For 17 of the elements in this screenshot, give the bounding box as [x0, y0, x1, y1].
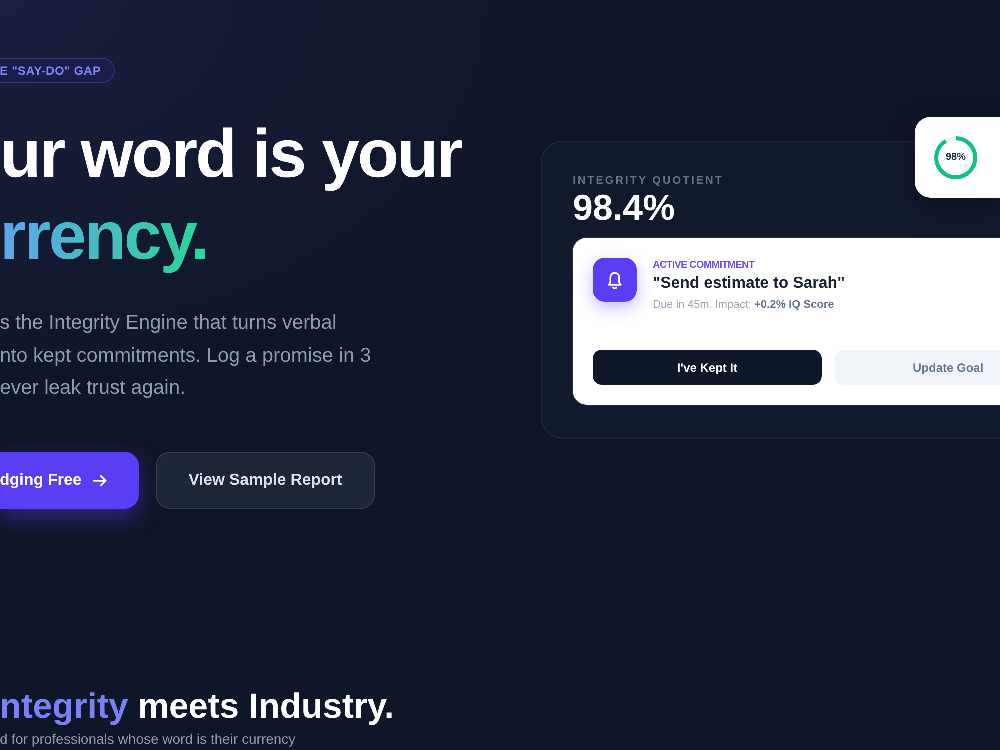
- hero-headline: ur word is your rrency.: [0, 113, 462, 277]
- section-heading: ntegrity meets Industry.: [0, 686, 394, 728]
- iq-value: 98.4%: [573, 188, 676, 228]
- section-subtitle: d for professionals whose word is their currency: [0, 730, 296, 748]
- report-button[interactable]: View Sample Report: [156, 452, 376, 509]
- confirm-button[interactable]: I've Kept It: [593, 350, 822, 385]
- ring-percentage: 98%: [946, 152, 966, 164]
- tagline-badge: E "SAY-DO" GAP: [0, 58, 116, 83]
- update-button[interactable]: Update Goal: [835, 350, 1000, 385]
- commitment-detail: Due in 45m. Impact: +0.2% IQ Score: [653, 298, 834, 313]
- cta-button[interactable]: dging Free: [0, 452, 139, 509]
- hero-description: s the Integrity Engine that turns verbal nto kept commitments. Log a promise in 3 ever leak trust again.: [0, 311, 372, 401]
- commitment-title: "Send estimate to Sarah": [653, 274, 846, 294]
- bell-icon: [593, 258, 637, 302]
- iq-label: INTEGRITY QUOTIENT: [573, 174, 724, 188]
- commitment-tag: ACTIVE COMMITMENT: [653, 259, 755, 273]
- arrow-right-icon: [92, 474, 107, 486]
